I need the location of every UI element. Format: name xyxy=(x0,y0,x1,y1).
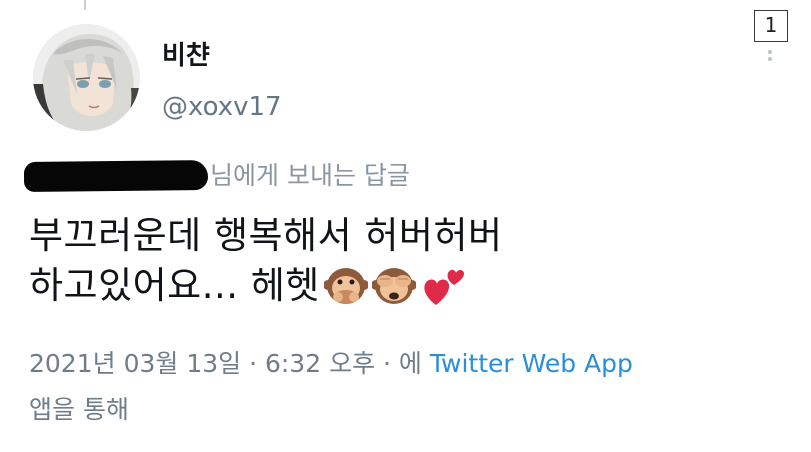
anime-avatar-icon xyxy=(33,24,140,131)
tweet-line-1: 부끄러운데 행복해서 허버허버 xyxy=(29,214,503,257)
see-no-evil-monkey-icon xyxy=(370,265,417,320)
more-options-icon[interactable] xyxy=(768,50,774,61)
source-suffix: 앱을 통해 xyxy=(29,395,129,424)
user-handle[interactable]: @xoxv17 xyxy=(162,90,282,124)
tweet-line-2: 하고있어요... 헤헷 xyxy=(29,261,769,320)
display-name[interactable]: 비챤 xyxy=(162,40,210,72)
tweet-timestamp: 2021년 03월 13일 · 6:32 오후 · 에 Twitter Web … xyxy=(29,344,633,384)
timestamp-text: 2021년 03월 13일 · 6:32 오후 · 에 xyxy=(29,349,422,378)
page-number-badge: 1 xyxy=(754,10,788,42)
two-hearts-icon xyxy=(420,265,466,320)
reply-label: 님에게 보내는 답글 xyxy=(210,161,410,190)
tweet-text: 부끄러운데 행복해서 허버허버 하고있어요... 헤헷 xyxy=(29,211,769,320)
avatar[interactable] xyxy=(33,24,140,131)
speak-no-evil-monkey-icon xyxy=(322,265,369,320)
reply-context: 님에게 보내는 답글 xyxy=(23,156,410,196)
source-link[interactable]: Twitter Web App xyxy=(430,349,633,378)
redacted-username xyxy=(23,160,209,192)
thread-line xyxy=(84,0,86,10)
tweet-line-2-text: 하고있어요... 헤헷 xyxy=(29,264,320,307)
